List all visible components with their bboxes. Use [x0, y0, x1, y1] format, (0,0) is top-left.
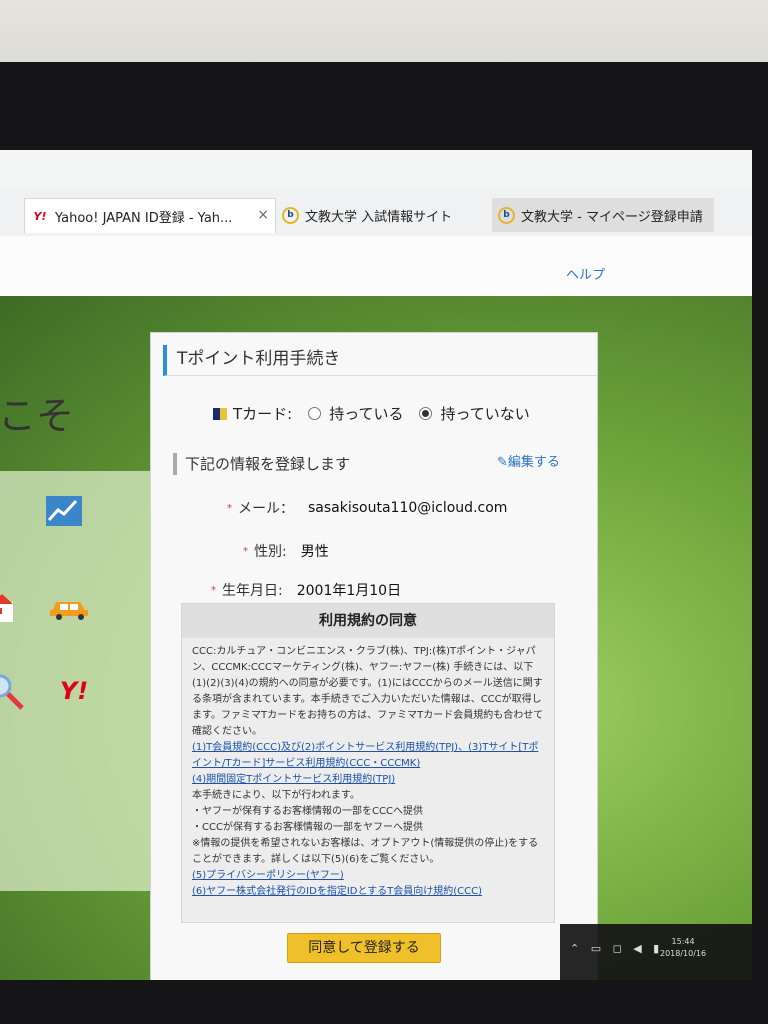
pencil-icon: ✎	[497, 455, 508, 470]
radio-have-tcard[interactable]	[308, 407, 322, 420]
terms-link-2[interactable]: (4)期間固定Tポイントサービス利用規約(TPJ)	[192, 774, 395, 785]
chart-icon[interactable]	[44, 494, 84, 528]
terms-bullet-1: ・ヤフーが保有するお客様情報の一部をCCCへ提供	[192, 806, 423, 817]
terms-text-3: ※情報の提供を希望されないお客様は、オプトアウト(情報提供の停止)をすることがで…	[192, 838, 539, 865]
tab-label: 文教大学 - マイページ登録申請	[521, 209, 703, 225]
page-header: ヘルプ	[0, 236, 752, 296]
required-mark: *	[211, 584, 216, 596]
terms-link-3[interactable]: (5)プライバシーポリシー(ヤフー)	[192, 870, 344, 881]
terms-text: CCC:カルチュア・コンビニエンス・クラブ(株)、TPJ:(株)Tポイント・ジャ…	[192, 646, 544, 737]
terms-bullet-2: ・CCCが保有するお客様情報の一部をヤフーへ提供	[192, 822, 423, 833]
search-icon[interactable]	[0, 674, 26, 710]
terms-body: CCC:カルチュア・コンビニエンス・クラブ(株)、TPJ:(株)Tポイント・ジャ…	[182, 638, 554, 906]
taskbar: ⌃ ▭ ◻ ◀ ▮ 15:44 2018/10/16	[560, 924, 752, 980]
email-value: sasakisouta110@icloud.com	[308, 500, 508, 516]
option-have-label: 持っている	[329, 405, 404, 423]
edit-link[interactable]: ✎編集する	[497, 451, 560, 470]
required-mark: *	[243, 545, 248, 557]
terms-link-1[interactable]: (1)T会員規約(CCC)及び(2)ポイントサービス利用規約(TPJ)、(3)T…	[192, 742, 538, 769]
terms-link-4[interactable]: (6)ヤフー株式会社発行のIDを指定IDとするT会員向け規約(CCC)	[192, 886, 482, 897]
terms-heading: 利用規約の同意	[182, 604, 554, 638]
email-field: * メール： sasakisouta110@icloud.com	[227, 498, 507, 518]
clock[interactable]: 15:44 2018/10/16	[660, 936, 706, 960]
form-title: Tポイント利用手続き	[163, 345, 597, 376]
bunkyo-icon: b	[282, 206, 299, 224]
help-link[interactable]: ヘルプ	[566, 264, 605, 283]
car-icon[interactable]	[48, 590, 88, 624]
birthday-label: 生年月日:	[222, 583, 283, 599]
radio-no-tcard[interactable]	[419, 407, 433, 420]
agree-register-button[interactable]: 同意して登録する	[287, 933, 441, 963]
tab-yahoo-id-register[interactable]: Y! Yahoo! JAPAN ID登録 - Yah... ×	[24, 198, 276, 233]
terms-text-2: 本手続きにより、以下が行われます。	[192, 790, 360, 801]
monitor-screen: Y! Yahoo! JAPAN ID登録 - Yah... × b 文教大学 入…	[0, 150, 752, 980]
welcome-text: こそ	[0, 394, 75, 438]
close-icon[interactable]: ×	[257, 207, 269, 223]
gender-value: 男性	[300, 544, 329, 560]
house-icon[interactable]	[0, 592, 26, 626]
edit-label: 編集する	[507, 455, 560, 470]
tcard-label: Tカード:	[233, 405, 293, 423]
tab-bunkyo-mypage[interactable]: b 文教大学 - マイページ登録申請	[492, 198, 714, 232]
tab-label: Yahoo! JAPAN ID登録 - Yah...	[55, 210, 233, 226]
yahoo-icon: Y!	[33, 209, 47, 223]
clock-date: 2018/10/16	[660, 949, 707, 958]
tab-label: 文教大学 入試情報サイト	[305, 209, 453, 225]
option-nothave-label: 持っていない	[440, 405, 530, 423]
gender-label: 性別:	[254, 544, 287, 560]
birthday-field: * 生年月日: 2001年1月10日	[211, 580, 401, 600]
gender-field: * 性別: 男性	[243, 541, 329, 561]
yahoo-icon[interactable]: Y!	[54, 674, 94, 708]
tcard-icon	[213, 407, 227, 420]
terms-box: 利用規約の同意 CCC:カルチュア・コンビニエンス・クラブ(株)、TPJ:(株)…	[181, 603, 555, 923]
tray-icons[interactable]: ⌃ ▭ ◻ ◀ ▮	[570, 942, 663, 955]
tcard-row: Tカード: 持っている 持っていない	[213, 403, 530, 424]
tpoint-form-card: Tポイント利用手続き Tカード: 持っている 持っていない 下記の情報を登録しま…	[150, 332, 598, 980]
tab-bunkyo-admission[interactable]: b 文教大学 入試情報サイト	[276, 198, 490, 232]
clock-time: 15:44	[671, 937, 695, 946]
email-label: メール：	[238, 501, 294, 517]
required-mark: *	[227, 502, 232, 514]
bunkyo-icon: b	[498, 206, 515, 224]
birthday-value: 2001年1月10日	[296, 583, 402, 599]
browser-tab-bar: Y! Yahoo! JAPAN ID登録 - Yah... × b 文教大学 入…	[0, 190, 752, 236]
